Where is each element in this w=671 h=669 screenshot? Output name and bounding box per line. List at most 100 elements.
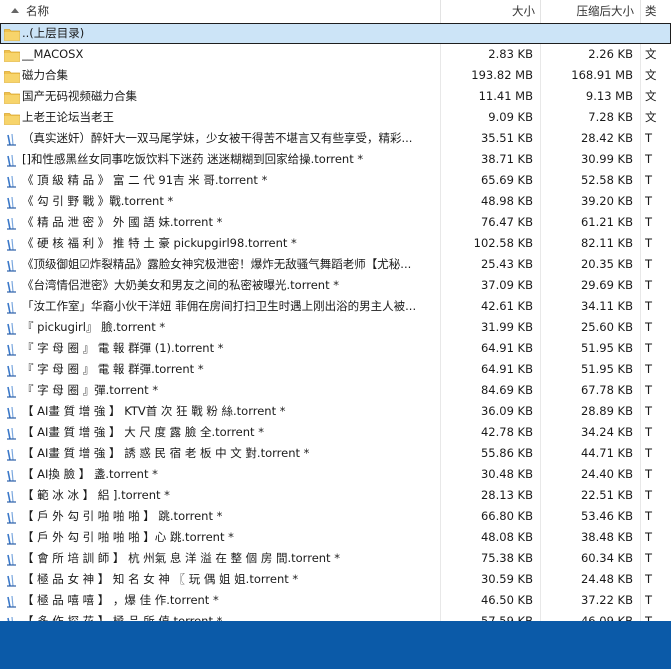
torrent-file-icon [4,384,20,398]
torrent-file-icon [4,258,20,272]
column-name-header[interactable]: 名称 [26,0,49,23]
column-separator[interactable] [640,0,641,23]
folder-row[interactable]: 上老王论坛当老王 9.09 KB 7.28 KB 文 [0,107,671,128]
file-size: 31.99 KB [480,320,533,334]
file-size: 65.69 KB [480,173,533,187]
file-row[interactable]: 【 戶 外 勾 引 啪 啪 啪 】 跳.torrent * 66.80 KB 53.… [0,506,671,527]
packed-size: 30.99 KB [580,152,633,166]
packed-size: 60.34 KB [580,551,633,565]
folder-row[interactable]: 国产无码视频磁力合集 11.41 MB 9.13 MB 文 [0,86,671,107]
file-size: 42.61 KB [480,299,533,313]
file-row[interactable]: 【 AI換 臉 】 盞.torrent * 30.48 KB 24.40 KB T [0,464,671,485]
file-name: 【 AI畫 質 增 強 】 大 尺 度 露 臉 全.torrent * [22,425,264,439]
file-size: 28.13 KB [480,488,533,502]
file-name: 「汝工作室」华裔小伙干洋妞 菲佣在房间打扫卫生时遇上刚出浴的男主人被... [22,299,417,313]
file-row[interactable]: 『 字 母 圈 』 電 報 群彈 (1).torrent * 64.91 KB 51… [0,338,671,359]
file-row[interactable]: 【 AI畫 質 增 強 】 大 尺 度 露 臉 全.torrent * 42.78… [0,422,671,443]
file-row[interactable]: []和性感黑丝女同事吃饭饮料下迷药 迷迷糊糊到回家给操.torrent * 38.… [0,149,671,170]
file-type: T [645,551,653,565]
file-type: 文 [645,89,657,103]
column-type-header[interactable]: 类 [645,0,671,23]
torrent-file-icon [4,426,20,440]
file-type: T [645,425,653,439]
folder-row[interactable]: ..(上层目录) [0,23,671,44]
file-name: 《 勾 引 野 戰 》戰.torrent * [22,194,174,208]
file-type: T [645,215,653,229]
file-size: 66.80 KB [480,509,533,523]
file-row[interactable]: 『 字 母 圈 』彈.torrent * 84.69 KB 67.78 KB T [0,380,671,401]
packed-size: 38.48 KB [580,530,633,544]
file-size: 75.38 KB [480,551,533,565]
file-row[interactable]: 《顶级御姐☑炸裂精品》露脸女神究极泄密！爆炸无敌骚气舞蹈老师【尤秘... 25.4… [0,254,671,275]
file-row[interactable]: 『 pickugirl』 臉.torrent * 31.99 KB 25.60 KB… [0,317,671,338]
column-header: 名称 大小 压缩后大小 类 [0,0,671,24]
torrent-file-icon [4,132,20,146]
file-row[interactable]: （真实迷奸）醉奸大一双马尾学妹，少女被干得苦不堪言又有些享受，精彩... 35.5… [0,128,671,149]
file-name: __MACOSX [22,47,84,61]
taskbar [0,621,671,669]
torrent-file-icon [4,174,20,188]
file-size: 35.51 KB [480,131,533,145]
file-type: T [645,614,653,621]
file-name: 【 AI畫 質 增 強 】 KTV首 次 狂 戰 粉 絲.torrent * [22,404,286,418]
packed-size: 34.24 KB [580,425,633,439]
file-row[interactable]: 【 會 所 培 訓 師 】 杭 州氣 息 洋 溢 在 整 個 房 間.torre… [0,548,671,569]
file-name: 【 會 所 培 訓 師 】 杭 州氣 息 洋 溢 在 整 個 房 間.torre… [22,551,340,565]
packed-size: 2.26 KB [588,47,633,61]
file-size: 64.91 KB [480,341,533,355]
file-type: T [645,404,653,418]
file-row[interactable]: 【 AI畫 質 增 強 】 誘 惑 民 宿 老 板 中 文 對.torrent … [0,443,671,464]
file-type: T [645,131,653,145]
file-name: 磁力合集 [22,68,68,82]
folder-row[interactable]: 磁力合集 193.82 MB 168.91 MB 文 [0,65,671,86]
torrent-file-icon [4,531,20,545]
packed-size: 20.35 KB [580,257,633,271]
file-size: 57.59 KB [480,614,533,621]
file-row[interactable]: 【 多 作 探 花 】 極 品 所 值.torrent * 57.59 KB 46.… [0,611,671,621]
packed-size: 34.11 KB [580,299,633,313]
sort-ascending-icon[interactable] [11,8,19,13]
file-size: 193.82 MB [471,68,533,82]
packed-size: 24.48 KB [580,572,633,586]
torrent-file-icon [4,237,20,251]
file-row[interactable]: 【 範 冰 冰 】 絽 ].torrent * 28.13 KB 22.51 KB T [0,485,671,506]
file-size: 102.58 KB [473,236,533,250]
file-row[interactable]: 《 精 品 泄 密 》 外 國 語 妹.torrent * 76.47 KB 61.… [0,212,671,233]
packed-size: 9.13 MB [585,89,633,103]
file-row[interactable]: 【 AI畫 質 增 強 】 KTV首 次 狂 戰 粉 絲.torrent * 36… [0,401,671,422]
file-list: ..(上层目录) __MACOSX 2.83 KB 2.26 KB 文磁力合集 193.8… [0,23,671,621]
file-type: T [645,257,653,271]
file-name: 《 硬 核 福 利 》 推 特 土 豪 pickupgirl98.torrent… [22,236,297,250]
folder-row[interactable]: __MACOSX 2.83 KB 2.26 KB 文 [0,44,671,65]
torrent-file-icon [4,321,20,335]
file-size: 48.08 KB [480,530,533,544]
file-name: 『 字 母 圈 』 電 報 群彈.torrent * [22,362,204,376]
column-packed-header[interactable]: 压缩后大小 [541,0,635,23]
file-row[interactable]: 《 頂 級 精 品 》 富 二 代 91吉 米 哥.torrent * 65.69… [0,170,671,191]
file-type: T [645,194,653,208]
file-type: T [645,572,653,586]
file-row[interactable]: 《 硬 核 福 利 》 推 特 土 豪 pickupgirl98.torrent… [0,233,671,254]
file-name: 『 字 母 圈 』 電 報 群彈 (1).torrent * [22,341,224,355]
file-type: T [645,383,653,397]
file-size: 48.98 KB [480,194,533,208]
file-row[interactable]: 『 字 母 圈 』 電 報 群彈.torrent * 64.91 KB 51.95 … [0,359,671,380]
column-size-header[interactable]: 大小 [441,0,535,23]
file-row[interactable]: 【 極 品 女 神 】 知 名 女 神 〖 玩 偶 姐 姐.torrent * 3… [0,569,671,590]
file-row[interactable]: 《台湾情侣泄密》大奶美女和男友之间的私密被曝光.torrent * 37.09 K… [0,275,671,296]
packed-size: 28.89 KB [580,404,633,418]
file-row[interactable]: 【 戶 外 勾 引 啪 啪 啪 】心 跳.torrent * 48.08 KB 38… [0,527,671,548]
file-row[interactable]: 《 勾 引 野 戰 》戰.torrent * 48.98 KB 39.20 KB T [0,191,671,212]
packed-size: 24.40 KB [580,467,633,481]
file-row[interactable]: 「汝工作室」华裔小伙干洋妞 菲佣在房间打扫卫生时遇上刚出浴的男主人被... 42.… [0,296,671,317]
file-row[interactable]: 【 極 品 嘻 嘻 】 ，爆 佳 作.torrent * 46.50 KB 37.2… [0,590,671,611]
file-type: T [645,530,653,544]
packed-size: 29.69 KB [580,278,633,292]
file-size: 30.48 KB [480,467,533,481]
file-name: 上老王论坛当老王 [22,110,114,124]
torrent-file-icon [4,447,20,461]
packed-size: 39.20 KB [580,194,633,208]
file-type: T [645,152,653,166]
torrent-file-icon [4,153,20,167]
packed-size: 168.91 MB [571,68,633,82]
